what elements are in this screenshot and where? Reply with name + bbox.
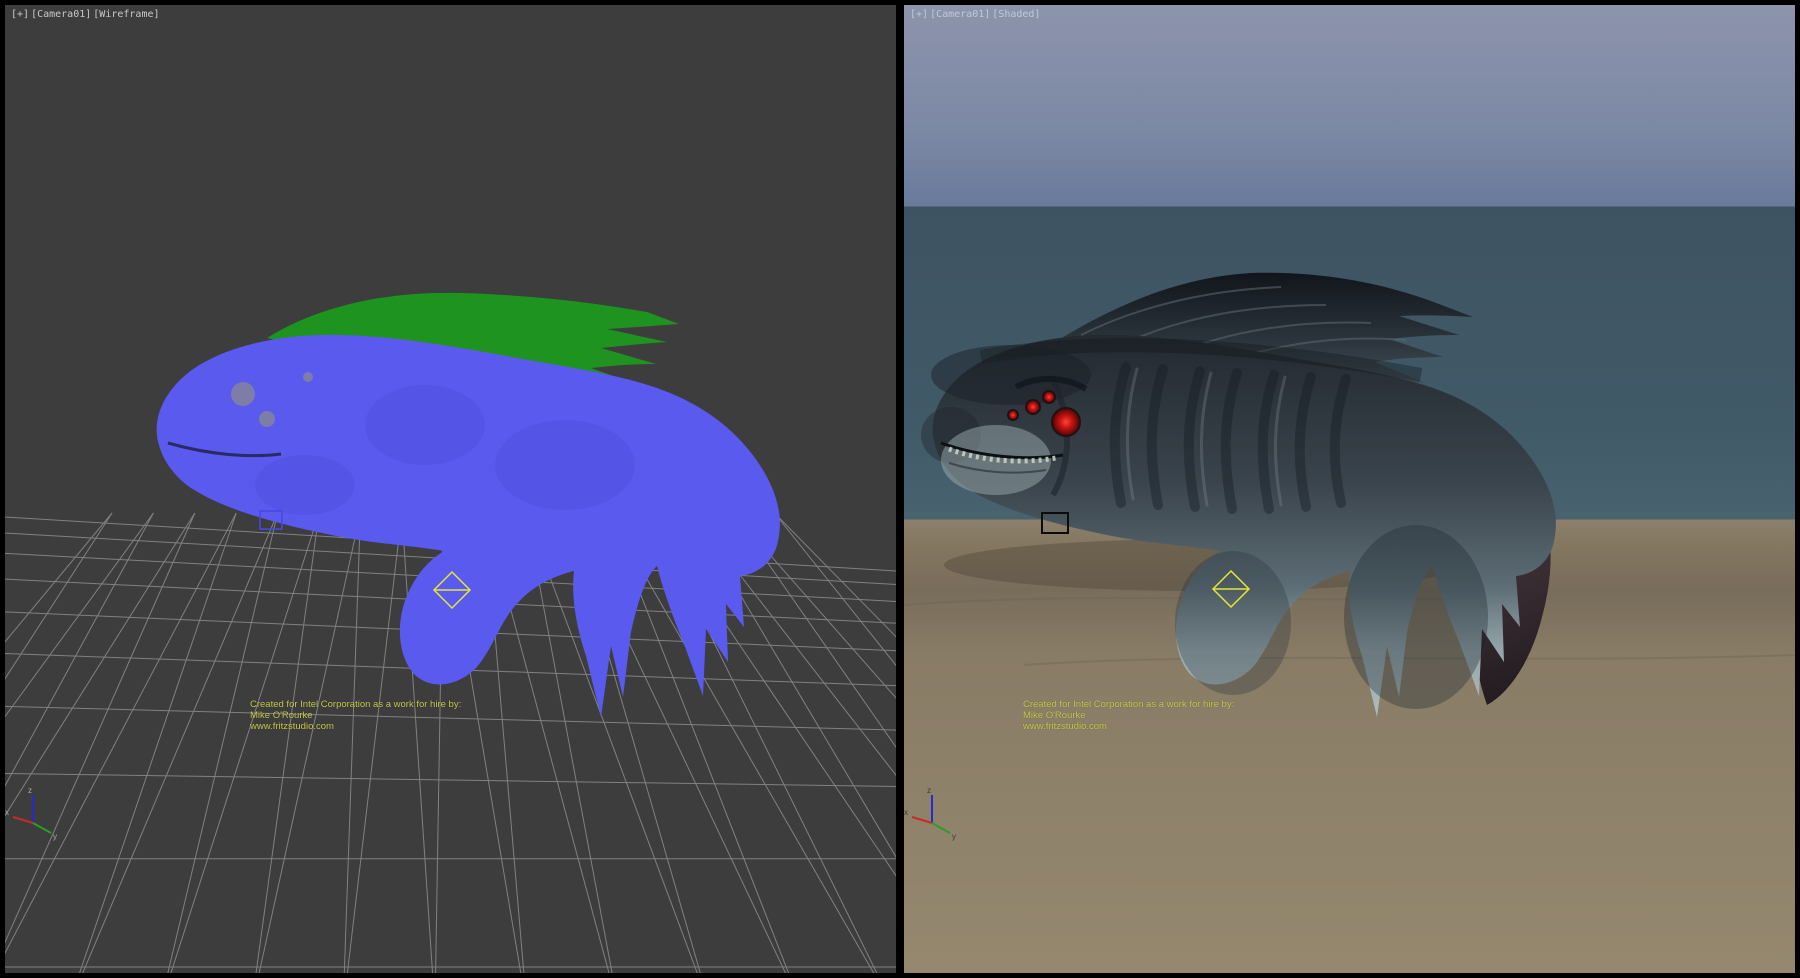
fish-model[interactable]	[921, 273, 1556, 717]
viewport-shading-menu[interactable]: [Shaded]	[992, 9, 1040, 20]
viewport-camera-menu[interactable]: [Camera01]	[930, 9, 990, 20]
eye-icon	[1008, 410, 1018, 420]
watermark-line: Created for Intel Corporation as a work …	[1023, 699, 1234, 710]
world-axis-tripod: z x y	[904, 786, 956, 841]
watermark-text: Created for Intel Corporation as a work …	[250, 699, 461, 732]
watermark-line: Created for Intel Corporation as a work …	[250, 699, 461, 710]
viewport-shading-menu[interactable]: [Wireframe]	[93, 9, 159, 20]
axis-x-label: x	[904, 808, 908, 817]
watermark-text: Created for Intel Corporation as a work …	[1023, 699, 1234, 732]
eye-icon	[1043, 391, 1055, 403]
viewport-pov-menu[interactable]: [+]	[910, 9, 928, 20]
axis-y-label: y	[53, 832, 57, 841]
watermark-line: Mike O'Rourke	[1023, 710, 1234, 721]
viewport-pov-menu[interactable]: [+]	[11, 9, 29, 20]
axis-x-label: x	[5, 808, 9, 817]
watermark-line: www.fritzstudio.com	[250, 721, 461, 732]
eye-icon	[1052, 408, 1080, 436]
axis-y-label: y	[952, 832, 956, 841]
eye-icon	[1026, 400, 1040, 414]
watermark-line: Mike O'Rourke	[250, 710, 461, 721]
viewport-canvas: [+] [Camera01] [Wireframe]	[0, 0, 1800, 978]
eye-spot	[259, 411, 275, 427]
watermark-line: www.fritzstudio.com	[1023, 721, 1234, 732]
nostril-spot	[303, 372, 313, 382]
viewport-camera-menu[interactable]: [Camera01]	[31, 9, 91, 20]
axis-z-label: z	[28, 786, 32, 795]
viewport-label: [+] [Camera01] [Shaded]	[910, 9, 1040, 20]
eye-spot	[231, 382, 255, 406]
viewport-shaded[interactable]: [+] [Camera01] [Shaded]	[904, 5, 1795, 973]
viewport-label: [+] [Camera01] [Wireframe]	[11, 9, 160, 20]
fish-model[interactable]	[157, 293, 780, 717]
viewport-wireframe[interactable]: [+] [Camera01] [Wireframe]	[5, 5, 896, 973]
world-axis-tripod: z x y	[5, 786, 57, 841]
axis-z-label: z	[927, 786, 931, 795]
